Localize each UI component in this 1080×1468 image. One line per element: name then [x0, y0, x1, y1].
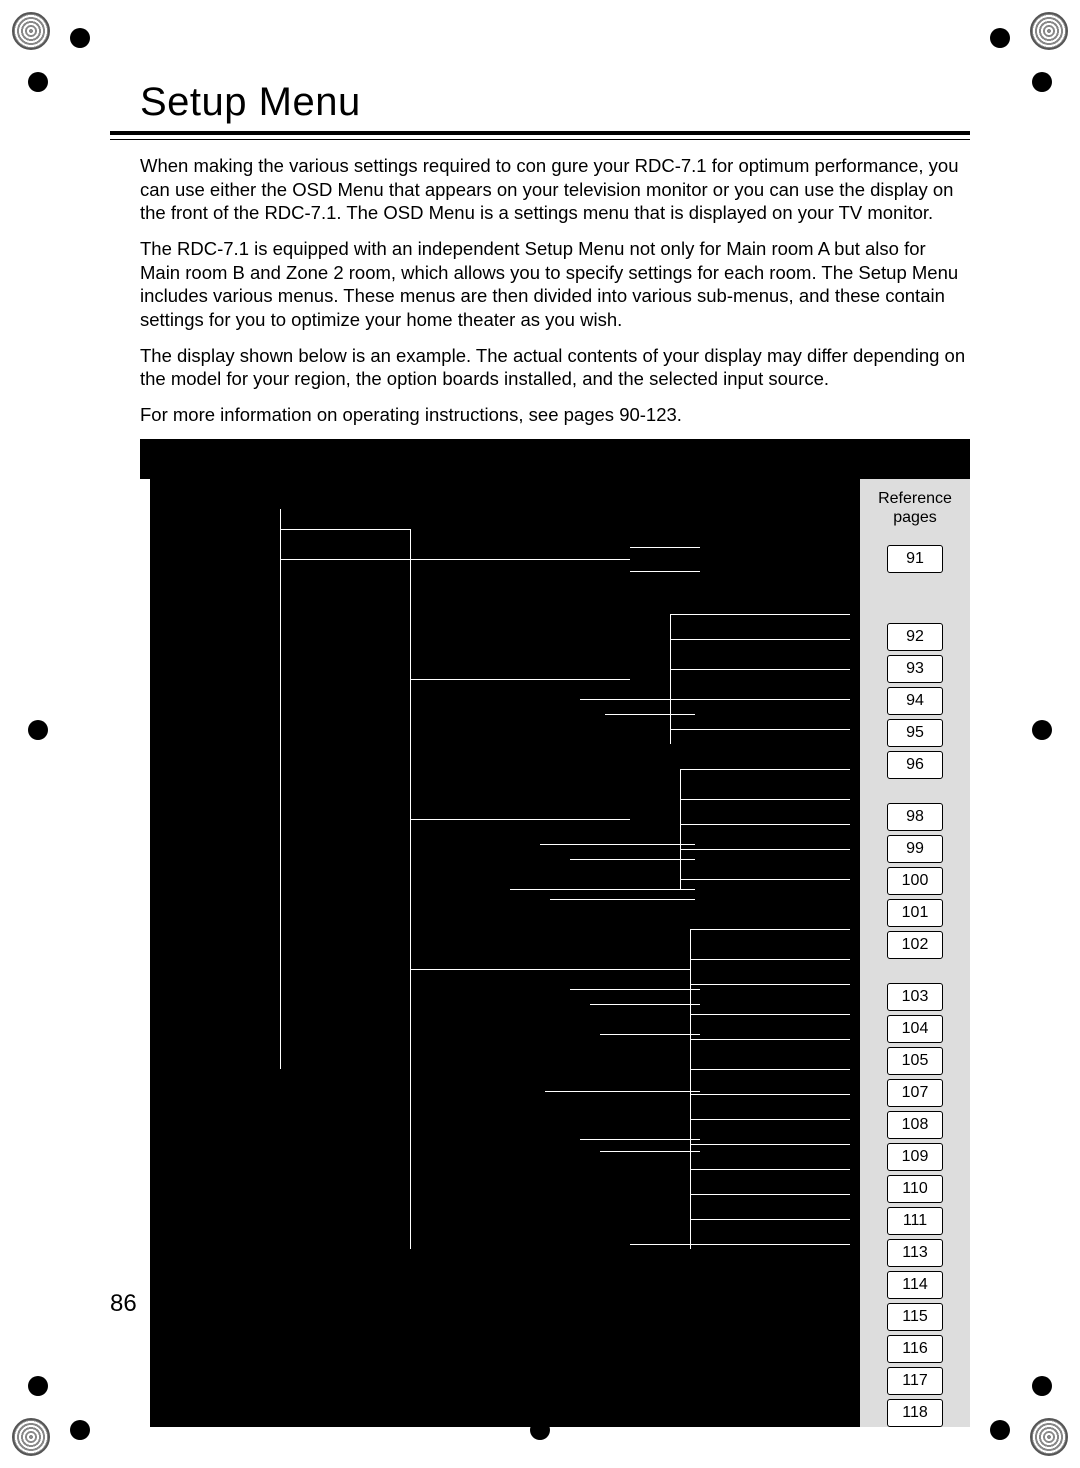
- page-ref-badge: 99: [887, 835, 943, 863]
- page-ref-badge: 118: [887, 1399, 943, 1427]
- page-ref-badge: 98: [887, 803, 943, 831]
- page-ref-badge: 92: [887, 623, 943, 651]
- page-ref-badge: 109: [887, 1143, 943, 1171]
- page-ref-badge: 96: [887, 751, 943, 779]
- registration-dot: [70, 1420, 90, 1440]
- registration-dot: [28, 720, 48, 740]
- page-ref-badge: 115: [887, 1303, 943, 1331]
- footnote-char: b: [158, 1376, 168, 1396]
- page-ref-badge: 111: [887, 1207, 943, 1235]
- page-ref-badge: 94: [887, 687, 943, 715]
- registration-mark: [12, 12, 50, 50]
- registration-dot: [1032, 72, 1052, 92]
- reference-pages-column: Reference pages 91 92 93 94 95 96 98 99 …: [860, 479, 970, 1427]
- page-ref-badge: 114: [887, 1271, 943, 1299]
- section-header-band: [140, 439, 970, 479]
- page-ref-badge: 101: [887, 899, 943, 927]
- page-ref-badge: 107: [887, 1079, 943, 1107]
- reference-pages-list: 91 92 93 94 95 96 98 99 100 101: [860, 545, 970, 1427]
- footnote-fragment: * c h b: [158, 1311, 168, 1397]
- intro-paragraph: The display shown below is an example. T…: [140, 344, 970, 391]
- page-ref-badge: 93: [887, 655, 943, 683]
- page-ref-badge: 116: [887, 1335, 943, 1363]
- registration-dot: [1032, 1376, 1052, 1396]
- page-ref-badge: 95: [887, 719, 943, 747]
- page-content: Setup Menu When making the various setti…: [110, 80, 970, 1427]
- page-ref-badge: 102: [887, 931, 943, 959]
- footnote-char: *: [158, 1311, 165, 1331]
- intro-paragraph: For more information on operating instru…: [140, 403, 970, 427]
- intro-paragraph: The RDC-7.1 is equipped with an independ…: [140, 237, 970, 332]
- page-ref-badge: 91: [887, 545, 943, 573]
- intro-paragraph: When making the various settings require…: [140, 154, 970, 225]
- page-ref-badge: 110: [887, 1175, 943, 1203]
- footnote-char: c: [158, 1332, 167, 1352]
- reference-pages-header: Reference pages: [860, 489, 970, 527]
- page-ref-badge: 105: [887, 1047, 943, 1075]
- registration-mark: [1030, 12, 1068, 50]
- title-underline: [110, 131, 970, 140]
- page-ref-badge: 100: [887, 867, 943, 895]
- footnote-char: h: [158, 1354, 168, 1374]
- registration-mark: [12, 1418, 50, 1456]
- page-ref-badge: 108: [887, 1111, 943, 1139]
- menu-tree-container: * c h b Reference pages 91 92 93 94 95 9…: [150, 479, 970, 1427]
- registration-mark: [1030, 1418, 1068, 1456]
- registration-dot: [28, 1376, 48, 1396]
- registration-dot: [990, 1420, 1010, 1440]
- menu-tree-diagram: * c h b: [150, 479, 860, 1427]
- registration-dot: [1032, 720, 1052, 740]
- page-ref-badge: 113: [887, 1239, 943, 1267]
- registration-dot: [990, 28, 1010, 48]
- page-ref-badge: 103: [887, 983, 943, 1011]
- page-ref-badge: 104: [887, 1015, 943, 1043]
- registration-dot: [70, 28, 90, 48]
- registration-dot: [28, 72, 48, 92]
- page-title: Setup Menu: [140, 80, 970, 125]
- page-ref-badge: 117: [887, 1367, 943, 1395]
- page-number: 86: [110, 1290, 137, 1318]
